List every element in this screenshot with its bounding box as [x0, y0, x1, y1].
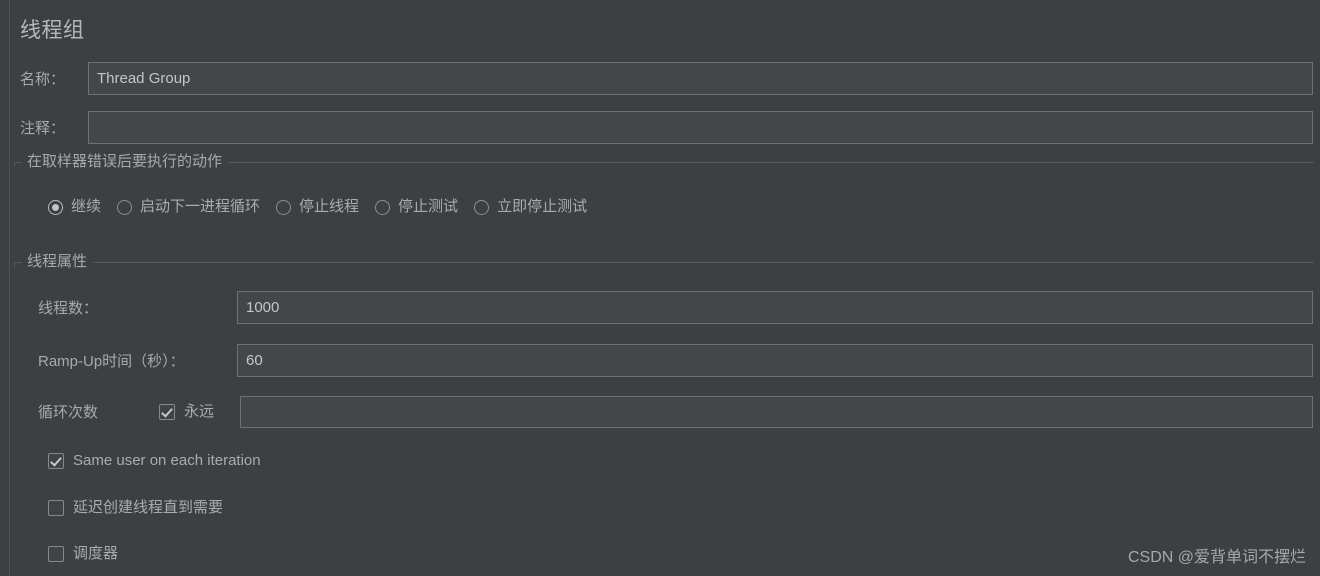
radio-stop-test-now-label: 立即停止测试	[497, 198, 588, 215]
checkbox-unchecked-icon	[48, 546, 64, 562]
radio-unselected-icon	[117, 199, 133, 215]
radio-continue-label: 继续	[71, 198, 102, 215]
thread-properties-title: 线程属性	[22, 251, 94, 273]
name-label: 名称：	[20, 71, 66, 88]
comment-label: 注释：	[20, 120, 66, 137]
delay-thread-creation-label: 延迟创建线程直到需要	[73, 499, 224, 516]
radio-start-next-thread-loop-label: 启动下一进程循环	[140, 198, 261, 215]
same-user-each-iteration-label: Same user on each iteration	[73, 452, 261, 469]
radio-start-next-thread-loop[interactable]: 启动下一进程循环	[117, 198, 260, 216]
thread-group-panel: 线程组 名称： 注释： 在取样器错误后要执行的动作 继续 启动下一进程循环 停止…	[0, 0, 1320, 576]
scheduler-checkbox[interactable]: 调度器	[48, 545, 118, 563]
delay-thread-creation-checkbox[interactable]: 延迟创建线程直到需要	[48, 499, 223, 517]
radio-stop-thread-label: 停止线程	[299, 198, 360, 215]
same-user-each-iteration-checkbox[interactable]: Same user on each iteration	[48, 452, 261, 470]
checkbox-unchecked-icon	[48, 500, 64, 516]
radio-selected-icon	[48, 199, 63, 215]
loop-count-label: 循环次数	[38, 404, 99, 421]
groupbox-separator-line	[14, 262, 1314, 263]
radio-stop-test-label: 停止测试	[398, 198, 459, 215]
ramp-up-input[interactable]	[237, 344, 1313, 377]
thread-count-label: 线程数：	[38, 300, 99, 317]
loop-count-input[interactable]	[240, 396, 1313, 428]
radio-stop-test-now[interactable]: 立即停止测试	[474, 198, 587, 216]
sampler-error-action-groupbox: 在取样器错误后要执行的动作	[14, 151, 1314, 173]
radio-unselected-icon	[276, 199, 292, 215]
thread-count-input[interactable]	[237, 291, 1313, 324]
watermark: CSDN @爱背单词不摆烂	[1127, 549, 1306, 566]
sampler-error-action-radio-group: 继续 启动下一进程循环 停止线程 停止测试 立即停止测试	[48, 198, 603, 216]
scheduler-label: 调度器	[73, 545, 119, 562]
name-input[interactable]	[88, 62, 1313, 95]
comment-input[interactable]	[88, 111, 1313, 144]
loop-forever-checkbox[interactable]: 永远	[159, 403, 214, 421]
radio-continue[interactable]: 继续	[48, 198, 101, 216]
radio-unselected-icon	[375, 199, 391, 215]
radio-stop-test[interactable]: 停止测试	[375, 198, 458, 216]
loop-forever-label: 永远	[184, 403, 215, 420]
checkbox-checked-icon	[48, 453, 64, 469]
panel-left-divider	[9, 0, 10, 576]
radio-stop-thread[interactable]: 停止线程	[276, 198, 359, 216]
page-title: 线程组	[20, 19, 85, 42]
checkbox-checked-icon	[159, 404, 175, 420]
thread-properties-groupbox: 线程属性	[14, 251, 1314, 273]
ramp-up-label: Ramp-Up时间（秒）：	[38, 353, 185, 370]
radio-unselected-icon	[474, 199, 490, 215]
sampler-error-action-title: 在取样器错误后要执行的动作	[22, 151, 229, 173]
